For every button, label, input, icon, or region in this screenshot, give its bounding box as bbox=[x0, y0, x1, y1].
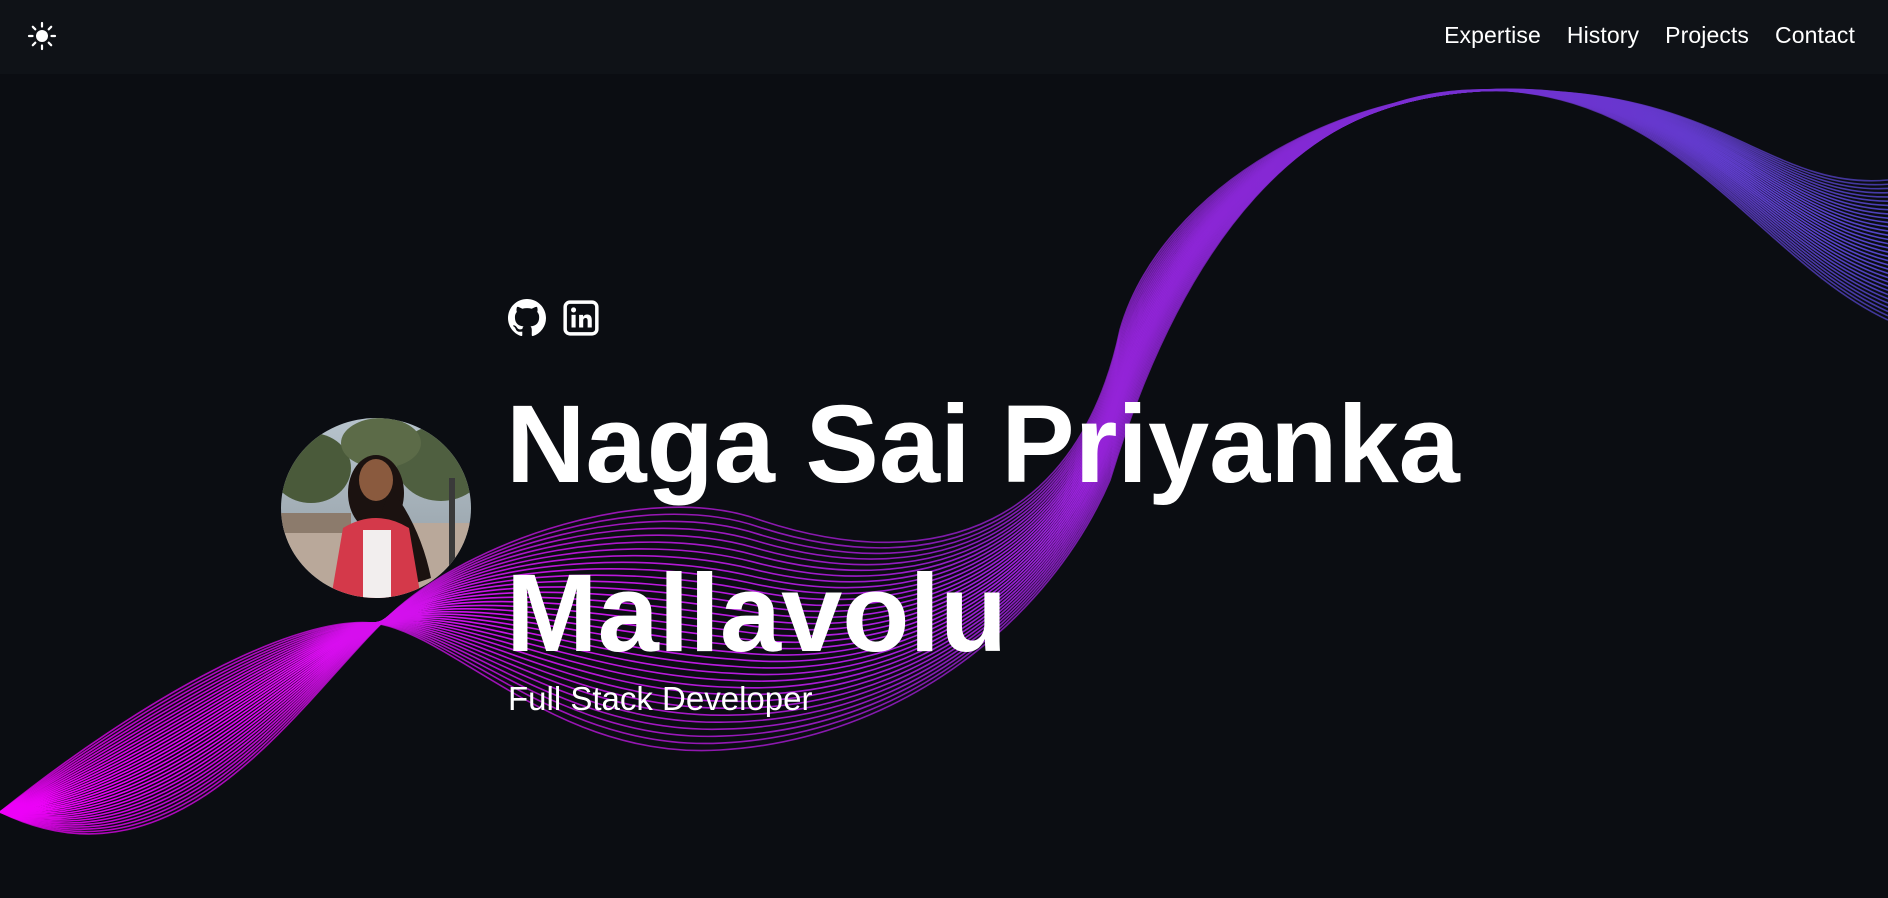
github-icon bbox=[508, 299, 546, 337]
nav-contact-link[interactable]: Contact bbox=[1775, 22, 1855, 49]
hero-name-heading: Naga Sai Priyanka Mallavolu bbox=[506, 383, 1460, 675]
nav-history-link[interactable]: History bbox=[1567, 22, 1639, 49]
top-navigation-bar: Expertise History Projects Contact bbox=[0, 0, 1888, 74]
github-link[interactable] bbox=[508, 299, 546, 337]
linkedin-link[interactable] bbox=[562, 299, 600, 337]
hero-role-subtitle: Full Stack Developer bbox=[508, 680, 813, 717]
main-nav: Expertise History Projects Contact bbox=[1444, 0, 1855, 70]
linkedin-icon bbox=[563, 300, 599, 336]
sun-icon bbox=[27, 21, 57, 51]
nav-expertise-link[interactable]: Expertise bbox=[1444, 22, 1541, 49]
social-links bbox=[508, 299, 600, 337]
theme-toggle-button[interactable] bbox=[24, 18, 60, 54]
page: Expertise History Projects Contact Naga … bbox=[0, 0, 1888, 898]
nav-projects-link[interactable]: Projects bbox=[1665, 22, 1749, 49]
profile-avatar bbox=[281, 418, 471, 598]
